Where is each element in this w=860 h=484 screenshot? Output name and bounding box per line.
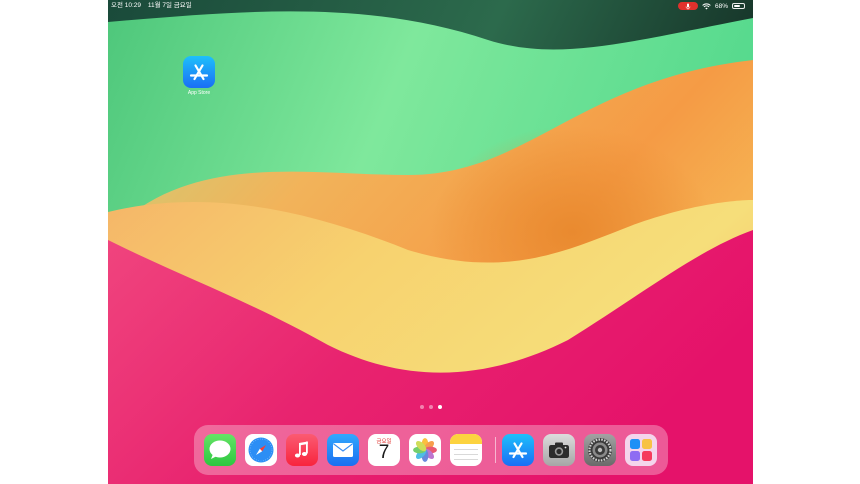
app-library-icon (630, 439, 652, 461)
dock-app-notes[interactable] (450, 434, 482, 466)
status-time: 오전 10:29 (111, 2, 142, 9)
battery-percent: 68% (714, 2, 728, 10)
dock-app-app-library[interactable] (625, 434, 657, 466)
status-bar-right: 68% (677, 0, 745, 12)
status-date: 11월 7일 금요일 (147, 2, 192, 9)
dock-app-app-store[interactable] (502, 434, 534, 466)
dock-app-music[interactable] (286, 434, 318, 466)
microphone-icon (677, 2, 698, 10)
page-indicator[interactable] (108, 405, 753, 409)
messages-icon (209, 440, 231, 459)
battery-icon (732, 3, 745, 9)
mail-icon (333, 443, 353, 457)
app-store-icon (183, 56, 215, 88)
dock-divider (495, 437, 496, 463)
dock-app-settings[interactable] (584, 434, 616, 466)
safari-icon (248, 437, 274, 463)
dock-app-safari[interactable] (245, 434, 277, 466)
home-app-label: App Store (187, 90, 211, 96)
home-app-app-store[interactable]: App Store (182, 56, 216, 96)
wifi-icon (702, 2, 711, 9)
app-store-icon (508, 442, 528, 459)
dock: 금요일 7 (194, 425, 668, 475)
camera-icon (549, 442, 569, 458)
ipad-screen: 오전 10:29 11월 7일 금요일 68% App Store 금요일 7 (108, 0, 753, 484)
status-bar-left: 오전 10:29 11월 7일 금요일 (111, 0, 197, 12)
page-dot-active[interactable] (437, 405, 442, 409)
page-dot[interactable] (419, 405, 424, 409)
calendar-date: 7 (378, 442, 390, 463)
notes-icon (450, 434, 482, 444)
dock-app-messages[interactable] (204, 434, 236, 466)
dock-app-camera[interactable] (543, 434, 575, 466)
settings-icon (588, 438, 612, 462)
dock-app-mail[interactable] (327, 434, 359, 466)
music-icon (294, 441, 308, 458)
page-dot[interactable] (428, 405, 433, 409)
dock-app-calendar[interactable]: 금요일 7 (368, 434, 400, 466)
dock-app-photos[interactable] (409, 434, 441, 466)
photos-icon (413, 438, 437, 462)
